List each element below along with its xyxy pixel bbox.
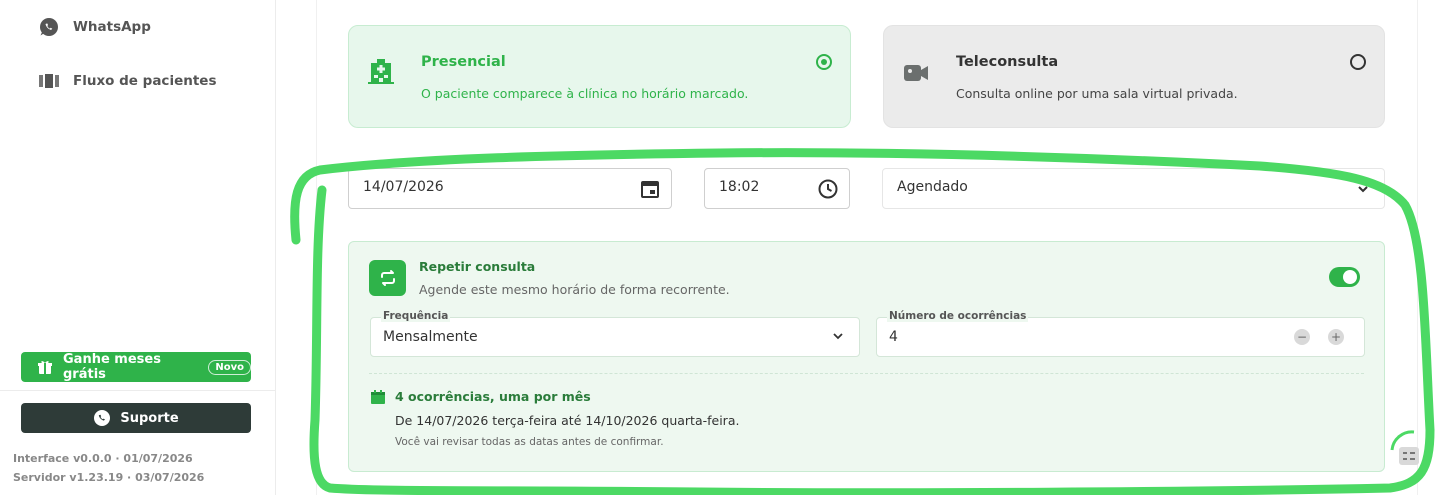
interface-version: Interface v0.0.0 · 01/07/2026 <box>13 452 193 465</box>
increment-button[interactable]: + <box>1328 329 1344 345</box>
server-version: Servidor v1.23.19 · 03/07/2026 <box>13 471 205 484</box>
clock-icon[interactable] <box>817 178 839 200</box>
sidebar-item-patient-flow[interactable]: Fluxo de pacientes <box>38 70 216 92</box>
sidebar-item-label: Fluxo de pacientes <box>73 73 217 89</box>
repeat-icon <box>369 260 406 296</box>
status-value: Agendado <box>897 179 968 195</box>
option-description: O paciente comparece à clínica no horári… <box>421 86 749 101</box>
whatsapp-icon <box>93 409 111 427</box>
checklist-icon[interactable] <box>1391 435 1423 475</box>
option-title: Teleconsulta <box>956 54 1059 70</box>
sidebar-item-whatsapp[interactable]: WhatsApp <box>38 16 151 38</box>
support-button-label: Suporte <box>120 410 179 426</box>
repeat-appointment-panel: Repetir consulta Agende este mesmo horár… <box>348 241 1385 472</box>
frequency-value: Mensalmente <box>383 329 478 345</box>
date-field[interactable]: 14/07/2026 <box>348 168 672 209</box>
calendar-icon <box>370 389 386 409</box>
gift-months-button[interactable]: Ganhe meses grátis Novo <box>21 352 251 382</box>
occurrences-label: Número de ocorrências <box>887 310 1029 322</box>
frequency-select[interactable]: Mensalmente <box>370 317 860 357</box>
option-presencial[interactable]: Presencial O paciente comparece à clínic… <box>348 25 851 128</box>
repeat-title: Repetir consulta <box>419 259 536 274</box>
option-description: Consulta online por uma sala virtual pri… <box>956 86 1238 101</box>
patient-flow-icon <box>38 70 60 92</box>
time-value: 18:02 <box>719 179 760 195</box>
time-field[interactable]: 18:02 <box>704 168 850 209</box>
occurrences-input[interactable]: 4 − + <box>876 317 1365 357</box>
whatsapp-icon <box>38 16 60 38</box>
chevron-down-icon <box>1352 178 1374 200</box>
sidebar-item-label: WhatsApp <box>73 19 151 35</box>
occurrences-value: 4 <box>889 329 898 345</box>
gift-icon <box>37 359 53 375</box>
presencial-radio[interactable] <box>816 54 832 70</box>
date-value: 14/07/2026 <box>363 179 444 195</box>
summary-divider <box>369 373 1364 374</box>
frequency-label: Frequência <box>381 310 451 322</box>
support-button[interactable]: Suporte <box>21 403 251 433</box>
option-title: Presencial <box>421 54 506 70</box>
option-teleconsulta[interactable]: Teleconsulta Consulta online por uma sal… <box>883 25 1385 128</box>
repeat-subtitle: Agende este mesmo horário de forma recor… <box>419 282 730 297</box>
sidebar: WhatsApp Fluxo de pacientes Ganhe meses … <box>0 0 276 495</box>
status-select[interactable]: Agendado <box>882 168 1385 209</box>
hospital-icon <box>367 58 395 86</box>
repeat-toggle[interactable] <box>1329 267 1360 287</box>
video-camera-icon <box>902 58 930 86</box>
chevron-down-icon <box>831 329 845 347</box>
decrement-button[interactable]: − <box>1294 329 1310 345</box>
occurrences-summary-title: 4 ocorrências, uma por mês <box>395 389 591 404</box>
sidebar-divider <box>0 390 276 391</box>
review-note: Você vai revisar todas as datas antes de… <box>395 436 664 448</box>
new-badge: Novo <box>208 359 251 375</box>
calendar-icon[interactable] <box>639 178 661 200</box>
gift-button-label: Ganhe meses grátis <box>63 352 161 382</box>
teleconsulta-radio[interactable] <box>1350 54 1366 70</box>
occurrences-date-range: De 14/07/2026 terça-feira até 14/10/2026… <box>395 413 740 428</box>
